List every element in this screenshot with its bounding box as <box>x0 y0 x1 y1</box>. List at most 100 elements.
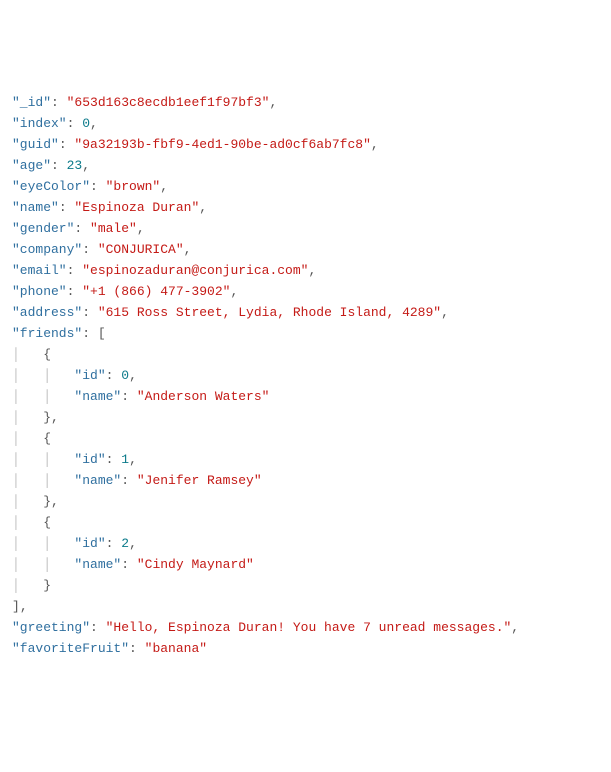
json-key: "company" <box>12 242 82 257</box>
json-punct: [ <box>98 326 106 341</box>
indent-guide: │ <box>12 494 43 509</box>
indent-guide: │ │ <box>12 368 74 383</box>
json-string: "espinozaduran@conjurica.com" <box>82 263 308 278</box>
json-key: "id" <box>74 536 105 551</box>
json-punct: } <box>43 578 51 593</box>
code-line: "company": "CONJURICA", <box>12 239 603 260</box>
json-key: "eyeColor" <box>12 179 90 194</box>
json-punct: , <box>199 200 207 215</box>
json-key: "name" <box>12 200 59 215</box>
code-line: "email": "espinozaduran@conjurica.com", <box>12 260 603 281</box>
code-line: │ { <box>12 428 603 449</box>
json-key: "gender" <box>12 221 74 236</box>
json-punct: , <box>90 116 98 131</box>
json-punct: , <box>308 263 316 278</box>
code-line: "_id": "653d163c8ecdb1eef1f97bf3", <box>12 92 603 113</box>
json-punct: : <box>121 557 137 572</box>
json-string: "banana" <box>145 641 207 656</box>
code-line: "address": "615 Ross Street, Lydia, Rhod… <box>12 302 603 323</box>
indent-guide: │ │ <box>12 536 74 551</box>
json-punct: , <box>129 368 137 383</box>
json-punct: : <box>82 305 98 320</box>
json-punct: : <box>121 389 137 404</box>
indent-guide: │ <box>12 578 43 593</box>
json-string: "Hello, Espinoza Duran! You have 7 unrea… <box>106 620 512 635</box>
json-key: "id" <box>74 452 105 467</box>
json-punct: , <box>129 452 137 467</box>
json-punct: { <box>43 431 51 446</box>
json-key: "greeting" <box>12 620 90 635</box>
json-punct: } <box>43 410 51 425</box>
code-line: │ │ "name": "Anderson Waters" <box>12 386 603 407</box>
code-line: "guid": "9a32193b-fbf9-4ed1-90be-ad0cf6a… <box>12 134 603 155</box>
json-punct: : <box>106 452 122 467</box>
indent-guide: │ │ <box>12 557 74 572</box>
json-key: "guid" <box>12 137 59 152</box>
json-key: "name" <box>74 557 121 572</box>
json-string: "Jenifer Ramsey" <box>137 473 262 488</box>
json-number: 2 <box>121 536 129 551</box>
json-punct: : <box>82 326 98 341</box>
indent-guide: │ │ <box>12 389 74 404</box>
json-punct: : <box>67 116 83 131</box>
json-string: "brown" <box>106 179 161 194</box>
json-punct: : <box>90 620 106 635</box>
json-string: "653d163c8ecdb1eef1f97bf3" <box>67 95 270 110</box>
indent-guide: │ <box>12 410 43 425</box>
json-punct: : <box>129 641 145 656</box>
json-punct: , <box>82 158 90 173</box>
json-key: "phone" <box>12 284 67 299</box>
indent-guide: │ <box>12 347 43 362</box>
json-number: 0 <box>121 368 129 383</box>
json-punct: , <box>137 221 145 236</box>
json-punct: , <box>184 242 192 257</box>
code-line: "greeting": "Hello, Espinoza Duran! You … <box>12 617 603 638</box>
json-key: "favoriteFruit" <box>12 641 129 656</box>
json-punct: , <box>51 410 59 425</box>
json-punct: : <box>82 242 98 257</box>
json-punct: : <box>59 200 75 215</box>
code-line: │ { <box>12 344 603 365</box>
json-punct: , <box>51 494 59 509</box>
json-key: "friends" <box>12 326 82 341</box>
json-string: "615 Ross Street, Lydia, Rhode Island, 4… <box>98 305 441 320</box>
json-string: "CONJURICA" <box>98 242 184 257</box>
json-key: "email" <box>12 263 67 278</box>
indent-guide: │ │ <box>12 452 74 467</box>
json-string: "9a32193b-fbf9-4ed1-90be-ad0cf6ab7fc8" <box>74 137 370 152</box>
code-line: │ │ "id": 2, <box>12 533 603 554</box>
json-key: "_id" <box>12 95 51 110</box>
json-punct: : <box>67 263 83 278</box>
code-line: "eyeColor": "brown", <box>12 176 603 197</box>
json-punct: : <box>51 95 67 110</box>
indent-guide: │ <box>12 515 43 530</box>
code-line: │ │ "name": "Jenifer Ramsey" <box>12 470 603 491</box>
code-line: "phone": "+1 (866) 477-3902", <box>12 281 603 302</box>
json-punct: , <box>230 284 238 299</box>
json-punct: : <box>106 368 122 383</box>
json-number: 1 <box>121 452 129 467</box>
json-number: 0 <box>82 116 90 131</box>
json-punct: : <box>51 158 67 173</box>
code-line: │ }, <box>12 491 603 512</box>
json-number: 23 <box>67 158 83 173</box>
code-line: "age": 23, <box>12 155 603 176</box>
json-punct: , <box>269 95 277 110</box>
json-viewer[interactable]: "_id": "653d163c8ecdb1eef1f97bf3","index… <box>12 92 603 659</box>
json-punct: } <box>43 494 51 509</box>
code-line: "gender": "male", <box>12 218 603 239</box>
code-line: │ { <box>12 512 603 533</box>
json-key: "address" <box>12 305 82 320</box>
code-line: │ │ "id": 1, <box>12 449 603 470</box>
json-punct: : <box>67 284 83 299</box>
json-punct: , <box>20 599 28 614</box>
code-line: "index": 0, <box>12 113 603 134</box>
code-line: │ }, <box>12 407 603 428</box>
json-string: "Cindy Maynard" <box>137 557 254 572</box>
json-punct: , <box>371 137 379 152</box>
json-punct: ] <box>12 599 20 614</box>
json-punct: { <box>43 347 51 362</box>
json-punct: : <box>74 221 90 236</box>
json-punct: , <box>511 620 519 635</box>
indent-guide: │ │ <box>12 473 74 488</box>
